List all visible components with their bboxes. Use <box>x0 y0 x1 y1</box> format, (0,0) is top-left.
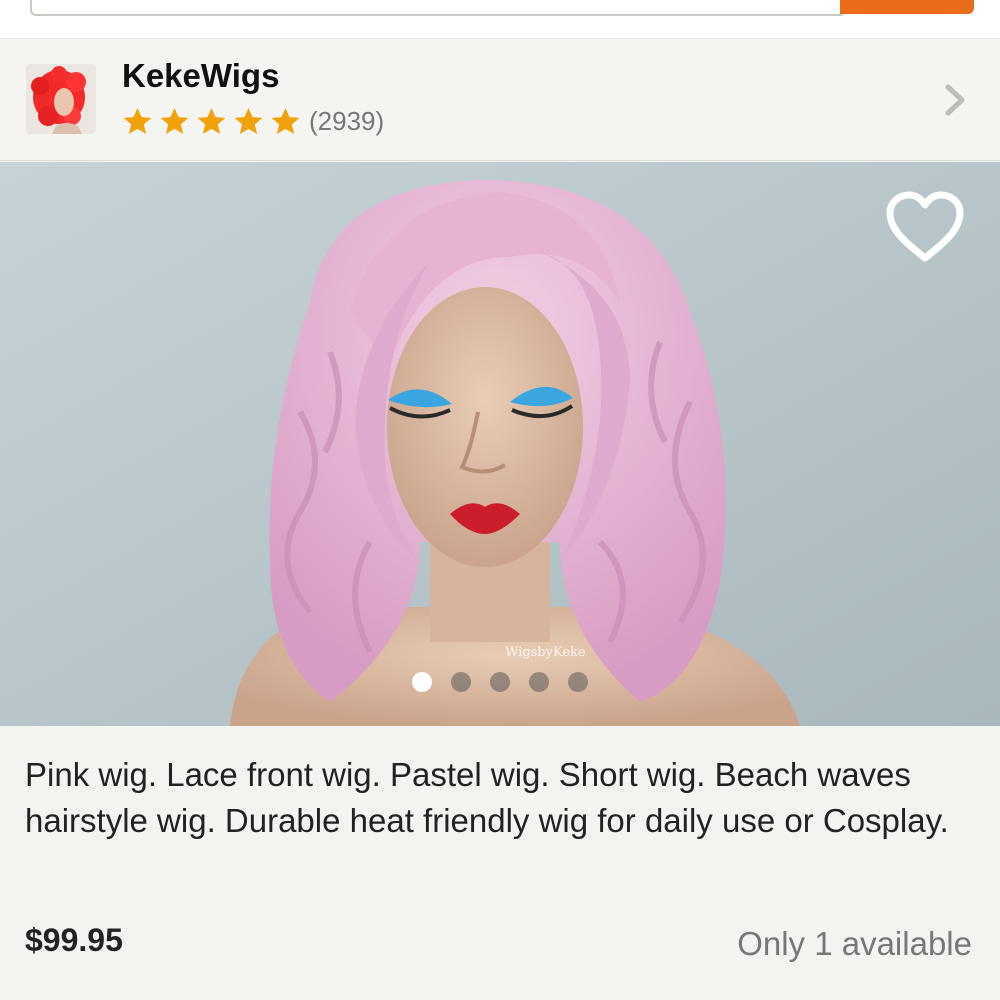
image-carousel-dots <box>412 672 607 692</box>
top-search-bar <box>0 0 1000 39</box>
image-watermark: WigsbyKeke <box>505 645 586 660</box>
review-count: (2939) <box>309 105 385 136</box>
star-icon <box>160 107 189 134</box>
carousel-dot[interactable] <box>529 672 549 692</box>
carousel-dot[interactable] <box>451 672 471 692</box>
star-icon <box>123 107 152 134</box>
availability-text: Only 1 available <box>737 925 972 962</box>
shop-rating: (2939) <box>122 105 384 137</box>
chevron-right-icon[interactable] <box>940 83 970 117</box>
shop-header[interactable]: KekeWigs (2939) <box>0 39 1000 161</box>
carousel-dot[interactable] <box>490 672 510 692</box>
shop-avatar <box>26 64 96 134</box>
carousel-dot[interactable] <box>412 672 432 692</box>
product-image[interactable]: WigsbyKeke <box>0 162 1000 726</box>
product-title: Pink wig. Lace front wig. Pastel wig. Sh… <box>25 756 949 839</box>
search-button[interactable] <box>840 0 974 14</box>
shop-name[interactable]: KekeWigs <box>122 57 279 95</box>
star-icon <box>271 107 300 134</box>
search-input[interactable] <box>30 0 846 16</box>
product-price: $99.95 <box>25 922 123 958</box>
carousel-dot[interactable] <box>568 672 588 692</box>
star-icon <box>234 107 263 134</box>
heart-outline-icon[interactable] <box>884 190 966 266</box>
star-icon <box>197 107 226 134</box>
